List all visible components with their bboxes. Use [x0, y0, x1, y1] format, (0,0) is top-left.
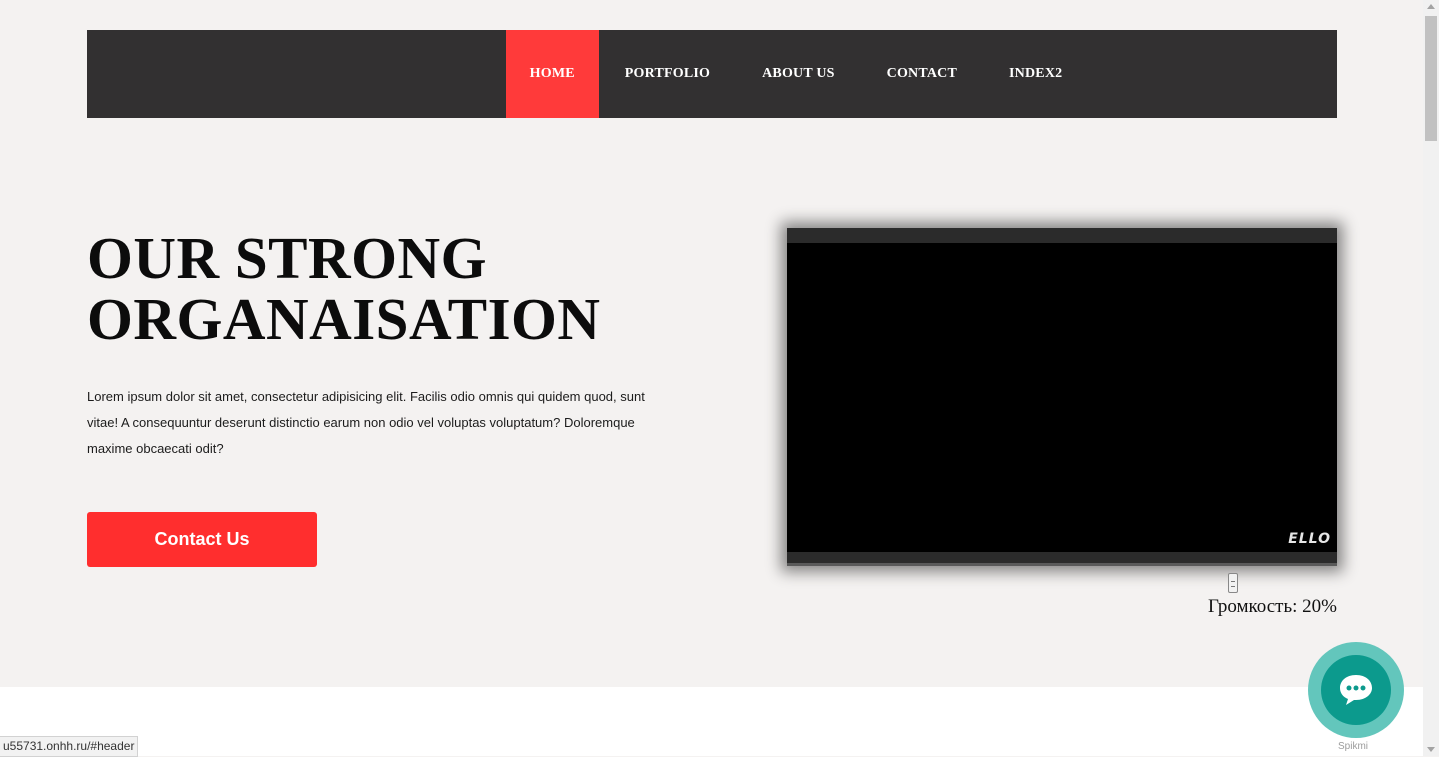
status-bar-url: u55731.onhh.ru/#header — [0, 736, 139, 757]
nav-item-contact[interactable]: CONTACT — [861, 30, 983, 118]
chat-button-inner — [1321, 655, 1391, 725]
hero-title-line1: OUR STRONG — [87, 225, 488, 291]
video-control-bar[interactable] — [787, 552, 1337, 566]
hero-description: Lorem ipsum dolor sit amet, consectetur … — [87, 389, 645, 456]
vertical-scrollbar[interactable] — [1423, 0, 1439, 756]
video-logo: ELLO — [1288, 531, 1331, 547]
chat-bubble-icon — [1340, 675, 1372, 705]
page: HOME PORTFOLIO ABOUT US CONTACT INDEX2 O… — [0, 0, 1423, 757]
chat-brand-label: Spikmi — [1338, 741, 1369, 752]
hero-title-line2: ORGANAISATION — [87, 286, 601, 352]
next-section — [0, 687, 1423, 756]
scroll-down-arrow-icon[interactable] — [1427, 747, 1435, 752]
video-top-bar — [787, 228, 1337, 243]
chat-widget-button[interactable] — [1308, 642, 1404, 738]
scrollbar-thumb[interactable] — [1425, 16, 1437, 141]
nav-menu: HOME PORTFOLIO ABOUT US CONTACT INDEX2 — [505, 30, 1089, 118]
volume-label: Громкость: 20% — [1208, 596, 1337, 617]
nav-item-index2[interactable]: INDEX2 — [983, 30, 1088, 118]
scroll-up-arrow-icon[interactable] — [1427, 4, 1435, 9]
video-player[interactable]: ELLO — [787, 228, 1337, 566]
nav-item-about-us[interactable]: ABOUT US — [736, 30, 861, 118]
main-navigation: HOME PORTFOLIO ABOUT US CONTACT INDEX2 — [87, 30, 1337, 118]
contact-us-button[interactable]: Contact Us — [87, 512, 317, 567]
volume-slider[interactable] — [1228, 573, 1238, 593]
nav-item-portfolio[interactable]: PORTFOLIO — [599, 30, 736, 118]
hero-title: OUR STRONG ORGANAISATION — [87, 228, 601, 350]
nav-item-home[interactable]: HOME — [505, 30, 599, 118]
